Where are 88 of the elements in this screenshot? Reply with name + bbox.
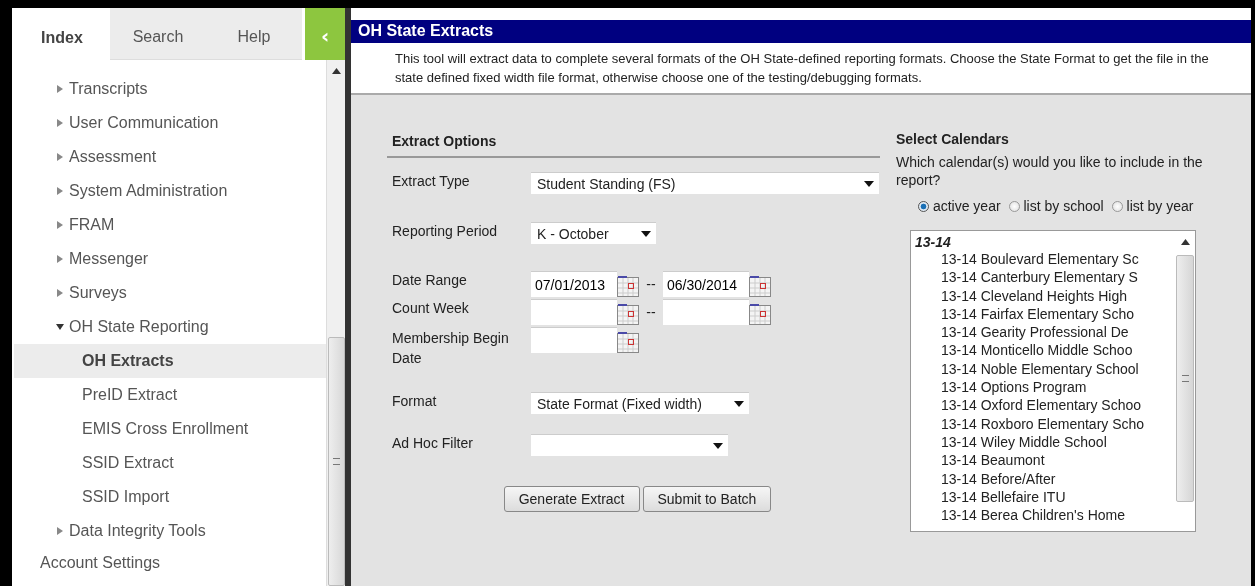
triangle-right-icon [56,153,64,161]
tree-subitem[interactable]: OH Extracts [14,344,327,378]
calendar-icon[interactable] [617,331,639,353]
calendar-list[interactable] [910,230,1196,532]
format-dropdown[interactable]: State Format (Fixed width) [531,392,749,414]
range-separator: -- [645,304,657,320]
tree-subitem[interactable]: SSID Import [14,480,327,514]
sidebar-tab[interactable]: Search [110,8,206,60]
account-settings-link[interactable]: Account Settings [14,548,327,578]
action-button[interactable]: Submit to Batch [642,486,772,512]
calendar-option[interactable]: 13-14 Before/After [915,469,1175,488]
field-label: Extract Type [391,172,471,189]
tree-item[interactable]: Assessment [14,140,327,174]
calendar-option[interactable]: 13-14 Beaumont [915,451,1175,470]
calendar-option[interactable]: 13-14 Oxford Elementary Schoo [915,396,1175,415]
triangle-right-icon [56,527,64,535]
calendar-option[interactable]: 13-14 Berea Children's Home [915,506,1175,525]
end-date-field[interactable]: 06/30/2014 [663,271,749,297]
tree-item[interactable]: System Administration [14,174,327,208]
scroll-thumb[interactable] [1176,255,1194,502]
tree-item[interactable]: FRAM [14,208,327,242]
triangle-right-icon [56,85,64,93]
triangle-right-icon [56,221,64,229]
caret-icon [734,400,744,407]
radio-button[interactable] [1008,201,1020,212]
date-field[interactable] [531,327,617,353]
calendar-icon[interactable] [617,275,639,297]
caret-icon [864,180,874,187]
calendar-option[interactable]: 13-14 Boulevard Elementary Sc [915,250,1175,269]
field-label: Membership Begin Date [391,329,510,368]
radio-option[interactable]: list by school [1008,198,1104,214]
radio-option[interactable]: active year [918,198,1001,214]
tree-item[interactable]: User Communication [14,106,327,140]
scroll-up-icon [331,68,341,74]
field-label: Reporting Period [391,222,499,239]
field-label: Ad Hoc Filter [391,434,474,451]
section-heading: Select Calendars [896,130,1010,147]
start-date-field[interactable] [531,299,617,325]
calendar-option[interactable]: 13-14 Fairfax Elementary Scho [915,304,1175,324]
ad-hoc-filter-dropdown[interactable] [531,434,728,456]
end-date-field[interactable] [663,299,749,325]
radio-option[interactable]: list by year [1111,198,1194,214]
calendar-option[interactable]: 13-14 Roxboro Elementary Scho [915,414,1175,433]
radio-button[interactable] [918,201,929,212]
triangle-down-icon [56,323,64,331]
sidebar-tab[interactable]: Help [206,8,302,60]
field-label: Format [391,392,438,409]
calendar-icon[interactable] [617,303,639,325]
tree-subitem[interactable]: EMIS Cross Enrollment [14,412,327,446]
action-button[interactable]: Generate Extract [503,486,640,512]
field-label: Date Range [391,271,468,288]
field-label: Count Week [391,299,470,316]
triangle-right-icon [56,187,64,195]
tree-item[interactable]: OH State Reporting [14,310,327,344]
scrollbar[interactable] [326,60,346,586]
calendar-option[interactable]: 13-14 Wiley Middle School [915,432,1175,452]
tree-item[interactable]: Transcripts [14,72,327,106]
tree-subitem[interactable]: SSID Extract [14,446,327,480]
calendar-option[interactable]: 13-14 Bellefaire ITU [915,487,1175,507]
scroll-up-icon [1180,239,1190,245]
calendar-option[interactable]: 13-14 Gearity Professional De [915,323,1175,342]
radio-button[interactable] [1111,201,1123,212]
calendar-icon[interactable] [749,275,771,297]
question-text: Which calendar(s) would you like to include in the report? [896,153,1204,189]
calendar-option[interactable]: 13-14 Noble Elementary School [915,359,1175,379]
scroll-thumb[interactable] [327,337,345,586]
caret-icon [713,442,723,449]
calendar-option[interactable]: 13-14 Cleveland Heights High [915,286,1175,305]
group-header: 13-14 [915,234,952,250]
tree-item[interactable]: Messenger [14,242,327,276]
calendar-option[interactable]: 13-14 Options Program [915,378,1175,397]
triangle-right-icon [56,119,64,127]
reporting-period-dropdown[interactable]: K - October [531,222,656,244]
tree-subitem[interactable]: PreID Extract [14,378,327,412]
page-title: OH State Extracts [351,20,1251,43]
start-date-field[interactable]: 07/01/2013 [531,271,617,297]
caret-icon [641,230,651,237]
description-text: This tool will extract data to complete several formats of the OH State-defined reporting formats. Choose the State Format to get the file in the state defined fixed width file format, otherwise choose one of the testing/debugging formats. [395,50,1210,87]
extract-type-dropdown[interactable]: Student Standing (FS) [531,172,879,194]
range-separator: -- [645,276,657,292]
calendar-icon[interactable] [749,303,771,325]
section-heading: Extract Options [387,127,880,158]
tree-item[interactable]: Data Integrity Tools [14,514,327,548]
calendar-option[interactable]: 13-14 Canterbury Elementary S [915,268,1175,287]
triangle-right-icon [56,255,64,263]
triangle-right-icon [56,289,64,297]
tree-item[interactable]: Surveys [14,276,327,310]
calendar-option[interactable]: 13-14 Monticello Middle Schoo [915,341,1175,360]
